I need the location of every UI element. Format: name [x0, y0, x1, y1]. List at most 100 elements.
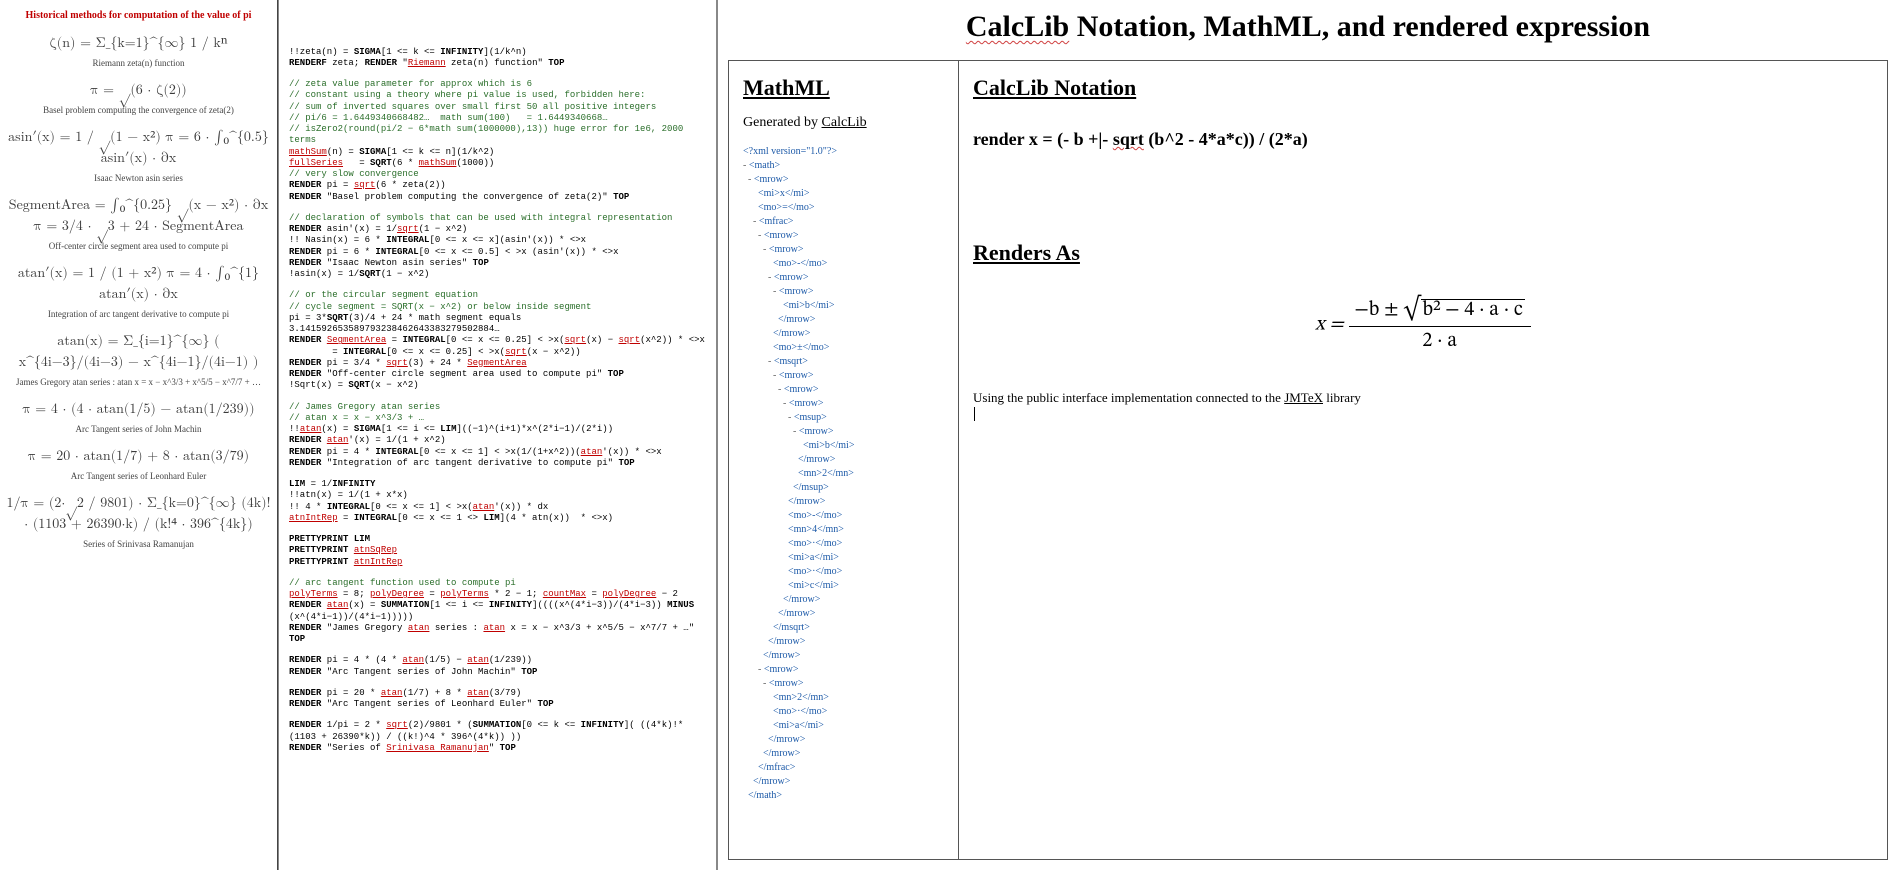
code-line: RENDER "Arc Tangent series of John Machi…: [289, 667, 708, 678]
formula-block: π = 20 · atan(1/7) + 8 · atan(3/79)Arc T…: [4, 446, 273, 481]
code-line: RENDERF zeta; RENDER "Riemann zeta(n) fu…: [289, 58, 708, 69]
columns: MathML Generated by CalcLib <?xml versio…: [728, 60, 1888, 860]
code-line: // very slow convergence: [289, 169, 708, 180]
code-line: RENDER "Arc Tangent series of Leonhard E…: [289, 699, 708, 710]
page-title: CalcLib Notation, MathML, and rendered e…: [728, 10, 1888, 44]
code-line: // pi/6 = 1.6449340668482… math sum(100)…: [289, 113, 708, 124]
code-group: // or the circular segment equation// cy…: [289, 290, 708, 391]
code-line: RENDER pi = sqrt(6 * zeta(2)): [289, 180, 708, 191]
code-line: // atan x = x − x^3/3 + …: [289, 413, 708, 424]
middle-code-panel: !!zeta(n) = SIGMA[1 <= k <= INFINITY](1/…: [278, 0, 718, 870]
code-group: RENDER pi = 4 * (4 * atan(1/5) − atan(1/…: [289, 655, 708, 678]
formula-block: π = √(6 · ζ(2)) Basel problem computing t…: [4, 80, 273, 115]
code-line: RENDER 1/pi = 2 * sqrt(2)/9801 * (SUMMAT…: [289, 720, 708, 743]
formula-caption: James Gregory atan series : atan x = x −…: [16, 377, 261, 387]
code-line: atnIntRep = INTEGRAL[0 <= x <= 1 <> LIM]…: [289, 513, 708, 524]
code-line: // cycle segment = SQRT(x − x^2) or belo…: [289, 302, 708, 313]
left-panel: Historical methods for computation of th…: [0, 0, 278, 870]
title-rest: Notation, MathML, and rendered expressio…: [1069, 10, 1650, 43]
code-line: LIM = 1/INFINITY: [289, 479, 708, 490]
note-suffix: library: [1323, 390, 1361, 405]
formula-den: 2 · a: [1349, 327, 1531, 354]
code-group: // declaration of symbols that can be us…: [289, 213, 708, 281]
notation-text: render x = (- b +|- sqrt (b^2 - 4*a*c)) …: [973, 129, 1308, 149]
formula-block: π = 4 · (4 · atan(1/5) − atan(1/239)) Arc…: [4, 399, 273, 434]
code-line: // sum of inverted squares over small fi…: [289, 102, 708, 113]
code-line: mathSum(n) = SIGMA[1 <= k <= n](1/k^2): [289, 147, 708, 158]
code-line: // or the circular segment equation: [289, 290, 708, 301]
formula-block: ζ(n) = Σ_{k=1}^{∞} 1 / kⁿ Riemann zeta(n)…: [4, 33, 273, 68]
code-line: PRETTYPRINT atnIntRep: [289, 557, 708, 568]
formula-caption: Series of Srinivasa Ramanujan: [83, 539, 194, 549]
code-group: LIM = 1/INFINITY!!atn(x) = 1/(1 + x*x)!!…: [289, 479, 708, 524]
code-line: RENDER pi = 3/4 * sqrt(3) + 24 * Segment…: [289, 358, 708, 369]
mathml-column: MathML Generated by CalcLib <?xml versio…: [729, 61, 959, 859]
formula-block: atan(x) = Σ_{i=1}^{∞} ( x^{4i−3}/(4i−3) …: [4, 331, 273, 387]
code-group: RENDER pi = 20 * atan(1/7) + 8 * atan(3/…: [289, 688, 708, 711]
code-group: PRETTYPRINT LIMPRETTYPRINT atnSqRepPRETT…: [289, 534, 708, 568]
formula-caption: Integration of arc tangent derivative to…: [48, 309, 229, 319]
note-prefix: Using the public interface implementatio…: [973, 390, 1284, 405]
code-line: RENDER atan'(x) = 1/(1 + x^2): [289, 435, 708, 446]
formula-block: SegmentArea = ∫₀^{0.25} √(x − x²) · ∂x π…: [4, 195, 273, 251]
right-panel: CalcLib Notation, MathML, and rendered e…: [718, 0, 1898, 870]
formula-caption: Isaac Newton asin series: [94, 173, 183, 183]
rendered-formula: x = −b ± √b² − 4 · a · c 2 · a: [1293, 296, 1553, 354]
code-line: polyTerms = 8; polyDegree = polyTerms * …: [289, 589, 708, 600]
formula-block: 1/π = (2·√2 / 9801) · Σ_{k=0}^{∞} (4k)! …: [4, 493, 273, 549]
code-line: // zeta value parameter for approx which…: [289, 79, 708, 90]
formula-block: asin′(x) = 1 / √(1 − x²) π = 6 · ∫₀^{0.5…: [4, 127, 273, 183]
formula-caption: Riemann zeta(n) function: [93, 58, 185, 68]
code-line: !Sqrt(x) = SQRT(x − x^2): [289, 380, 708, 391]
calclib-heading: CalcLib Notation: [973, 75, 1873, 101]
formula-caption: Arc Tangent series of Leonhard Euler: [71, 471, 206, 481]
code-line: = INTEGRAL[0 <= x <= 0.25] < >x(sqrt(x −…: [289, 347, 708, 358]
code-line: // isZero2(round(pi/2 − 6*math sum(10000…: [289, 124, 708, 147]
code-group: // zeta value parameter for approx which…: [289, 79, 708, 203]
code-line: !! Nasin(x) = 6 * INTEGRAL[0 <= x <= x](…: [289, 235, 708, 246]
code-line: // arc tangent function used to compute …: [289, 578, 708, 589]
formula-lhs: x =: [1315, 315, 1344, 335]
formula-caption: Off-center circle segment area used to c…: [49, 241, 229, 251]
formula-radicand: b² − 4 · a · c: [1421, 299, 1525, 320]
code-line: RENDER "Off-center circle segment area u…: [289, 369, 708, 380]
formula-expression: 1/π = (2·√2 / 9801) · Σ_{k=0}^{∞} (4k)! …: [4, 493, 273, 535]
renders-as-heading: Renders As: [973, 240, 1873, 266]
mathml-heading: MathML: [743, 75, 944, 101]
code-group: !!zeta(n) = SIGMA[1 <= k <= INFINITY](1/…: [289, 47, 708, 70]
code-line: RENDER pi = 6 * INTEGRAL[0 <= x <= 0.5] …: [289, 247, 708, 258]
code-line: // constant using a theory where pi valu…: [289, 90, 708, 101]
formula-expression: π = 4 · (4 · atan(1/5) − atan(1/239)): [22, 399, 254, 420]
code-line: PRETTYPRINT atnSqRep: [289, 545, 708, 556]
code-line: RENDER pi = 4 * INTEGRAL[0 <= x <= 1] < …: [289, 447, 708, 458]
code-line: pi = 3*SQRT(3)/4 + 24 * math segment equ…: [289, 313, 708, 336]
code-line: RENDER "James Gregory atan series : atan…: [289, 623, 708, 646]
code-line: RENDER pi = 4 * (4 * atan(1/5) − atan(1/…: [289, 655, 708, 666]
generated-prefix: Generated by: [743, 115, 822, 130]
formula-caption: Basel problem computing the convergence …: [43, 105, 234, 115]
code-line: RENDER atan(x) = SUMMATION[1 <= i <= INF…: [289, 600, 708, 623]
code-line: RENDER "Basel problem computing the conv…: [289, 192, 708, 203]
formula-caption: Arc Tangent series of John Machin: [76, 424, 202, 434]
code-line: !!atn(x) = 1/(1 + x*x): [289, 490, 708, 501]
formula-expression: SegmentArea = ∫₀^{0.25} √(x − x²) · ∂x π…: [4, 195, 273, 237]
code-line: // declaration of symbols that can be us…: [289, 213, 708, 224]
notation-expression: render x = (- b +|- sqrt (b^2 - 4*a*c)) …: [973, 129, 1873, 150]
code-line: // James Gregory atan series: [289, 402, 708, 413]
generated-link[interactable]: CalcLib: [822, 115, 867, 130]
title-calclib: CalcLib: [966, 10, 1069, 43]
code-line: !!zeta(n) = SIGMA[1 <= k <= INFINITY](1/…: [289, 47, 708, 58]
code-line: RENDER "Isaac Newton asin series" TOP: [289, 258, 708, 269]
note-link[interactable]: JMTeX: [1284, 390, 1323, 405]
formula-num-left: −b ±: [1355, 300, 1399, 320]
formula-expression: ζ(n) = Σ_{k=1}^{∞} 1 / kⁿ: [49, 33, 227, 54]
below-note: Using the public interface implementatio…: [973, 390, 1873, 422]
mathml-xml: <?xml version="1.0"?> - <math> - <mrow> …: [743, 145, 944, 803]
generated-by-line: Generated by CalcLib: [743, 115, 944, 131]
calclib-column: CalcLib Notation render x = (- b +|- sqr…: [959, 61, 1887, 859]
code-line: !! 4 * INTEGRAL[0 <= x <= 1] < >x(atan'(…: [289, 502, 708, 513]
code-line: !!atan(x) = SIGMA[1 <= i <= LIM]((−1)^(i…: [289, 424, 708, 435]
formula-expression: π = √(6 · ζ(2)): [90, 80, 186, 101]
formula-expression: atan′(x) = 1 / (1 + x²) π = 4 · ∫₀^{1} a…: [4, 263, 273, 305]
code-group: // arc tangent function used to compute …: [289, 578, 708, 646]
